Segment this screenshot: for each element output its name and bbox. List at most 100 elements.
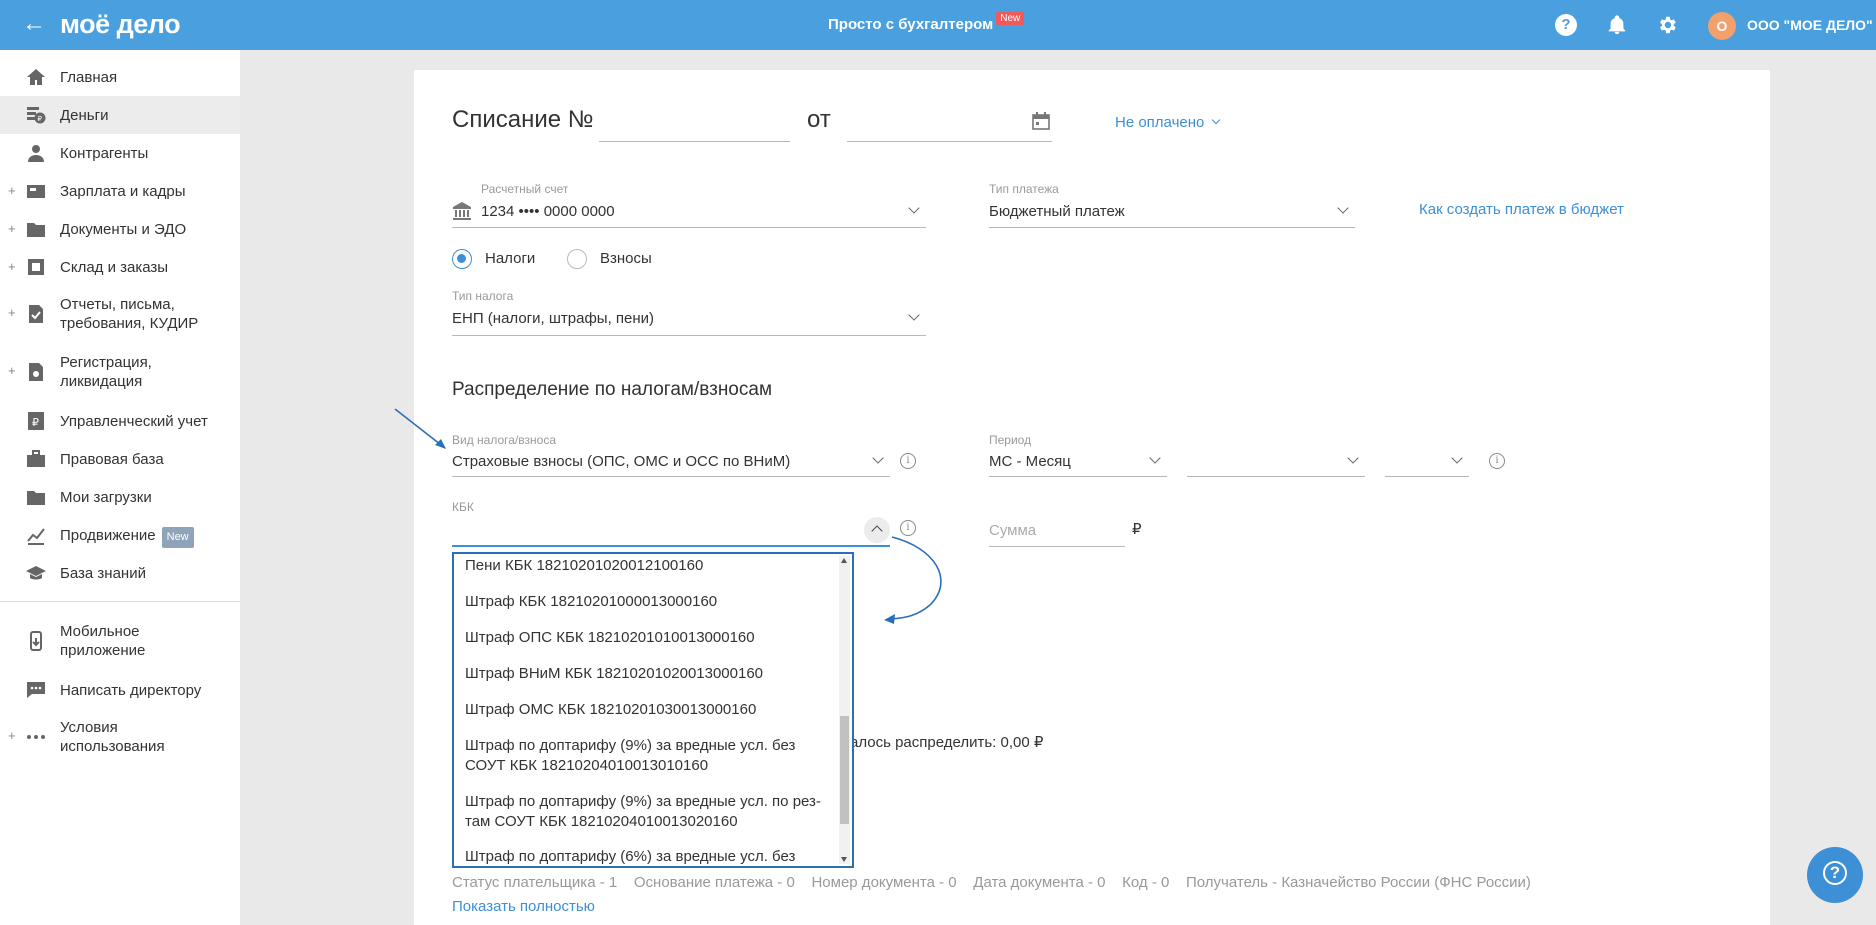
dropdown-option[interactable]: Пени КБК 18210201020012100160 [465,556,825,576]
scroll-down-icon[interactable] [841,857,847,862]
tax-kind-select[interactable]: Страховые взносы (ОПС, ОМС и ОСС по ВНиМ… [452,447,890,477]
period-type-value: МС - Месяц [989,453,1071,470]
briefcase-icon [27,450,45,467]
sidebar-item-mobile[interactable]: Мобильное приложение [0,613,240,669]
dropdown-scrollbar[interactable] [839,556,850,864]
sidebar-item-label: Управленческий учет [60,413,208,430]
chevron-down-icon [1337,202,1349,214]
bell-icon[interactable] [1606,14,1628,36]
period-type-select[interactable]: МС - Месяц [989,447,1167,477]
annotation-arrow-icon [394,408,446,449]
sidebar-item-label: Условия использования [60,719,165,755]
show-full-link[interactable]: Показать полностью [452,898,595,915]
registration-icon [29,363,43,381]
sidebar-item-contractors[interactable]: Контрагенты [0,134,240,172]
kbk-dropdown-list[interactable]: Пени КБК 18210201020012100160 Штраф КБК … [452,552,854,868]
document-number-input[interactable] [599,102,790,142]
mobile-icon [30,631,42,651]
taxes-radio-label[interactable]: Налоги [485,250,535,267]
dropdown-option[interactable]: Штраф КБК 18210201000013000160 [465,592,825,612]
gear-icon[interactable] [1656,14,1678,36]
svg-text:₽: ₽ [32,417,39,429]
period-label: Период [989,433,1032,447]
reports-icon [29,305,43,323]
sidebar-item-home[interactable]: Главная [0,58,240,96]
sidebar-item-write-director[interactable]: Написать директору [0,671,240,709]
sidebar-item-registration[interactable]: + Регистрация, ликвидация [0,344,240,400]
payment-type-select[interactable]: Бюджетный платеж [989,196,1355,228]
payment-status-label: Не оплачено [1115,114,1205,131]
org-name[interactable]: ООО "МОЕ ДЕЛО" [1747,17,1873,33]
budget-payment-help-link[interactable]: Как создать платеж в бюджет [1419,201,1624,218]
sidebar-item-money[interactable]: ₽ Деньги [0,96,240,134]
expand-icon[interactable]: + [8,183,16,198]
logo[interactable]: моё дело [60,9,181,40]
sidebar-item-management[interactable]: ₽ Управленческий учет [0,402,240,440]
page-title: Списание № [452,106,594,133]
expand-icon[interactable]: + [8,305,16,320]
tax-kind-value: Страховые взносы (ОПС, ОМС и ОСС по ВНиМ… [452,453,791,470]
payment-type-label: Тип платежа [989,182,1059,196]
new-badge: New [996,12,1025,25]
contractors-icon [28,145,44,162]
avatar[interactable]: О [1708,12,1736,40]
dropdown-option[interactable]: Штраф ВНиМ КБК 18210201020013000160 [465,664,825,684]
question-icon[interactable]: ? [1555,14,1577,36]
sidebar-item-salary[interactable]: + Зарплата и кадры [0,172,240,210]
info-icon[interactable]: i [900,453,916,469]
arrow-left-icon[interactable]: ← [22,12,46,36]
account-select[interactable]: 1234 •••• 0000 0000 [452,196,926,228]
sidebar: Главная ₽ Деньги Контрагенты + Зарплата … [0,50,240,925]
tax-type-select[interactable]: ЕНП (налоги, штрафы, пени) [452,303,926,336]
calendar-icon[interactable] [1032,112,1050,130]
contributions-radio-label[interactable]: Взносы [600,250,652,267]
kbk-select[interactable] [452,514,890,547]
salary-icon [27,185,45,198]
scroll-up-icon[interactable] [841,558,847,563]
help-chat-button[interactable]: ? [1807,847,1863,903]
more-icon [27,735,45,739]
info-icon[interactable]: i [900,520,916,536]
dropdown-option[interactable]: Штраф ОМС КБК 18210201030013000160 [465,700,825,720]
period-year-select[interactable] [1385,447,1469,477]
date-input[interactable] [847,102,1052,142]
info-icon[interactable]: i [1489,453,1505,469]
sidebar-item-downloads[interactable]: Мои загрузки [0,478,240,516]
sidebar-item-reports[interactable]: + Отчеты, письма, требования, КУДИР [0,286,240,342]
sidebar-item-legal[interactable]: Правовая база [0,440,240,478]
chevron-down-icon [1451,452,1463,464]
sidebar-item-label: Продвижение New [60,526,194,548]
expand-icon[interactable]: + [8,259,16,274]
sidebar-item-label-text: Продвижение [60,527,156,544]
sidebar-item-label: Мобильное приложение [60,623,146,659]
dropdown-option[interactable]: Штраф по доптарифу (9%) за вредные усл. … [465,792,825,832]
promo-title[interactable]: Просто с бухгалтером New [828,12,1025,33]
sidebar-item-label: База знаний [60,565,146,582]
chevron-down-icon [1149,452,1161,464]
dropdown-option[interactable]: Штраф по доптарифу (9%) за вредные усл. … [465,736,825,776]
chevron-up-icon[interactable] [864,517,890,543]
management-icon: ₽ [28,412,44,430]
payment-details-text: Статус плательщика - 1 Основание платежа… [452,874,1531,891]
sidebar-item-terms[interactable]: + Условия использования [0,709,240,765]
home-icon [27,69,45,85]
graduation-cap-icon [26,566,46,580]
period-month-select[interactable] [1187,447,1365,477]
sidebar-item-knowledge[interactable]: База знаний [0,554,240,592]
tax-type-label: Тип налога [452,289,514,303]
sidebar-item-promotion[interactable]: Продвижение New [0,516,240,554]
dropdown-option[interactable]: Штраф по доптарифу (6%) за вредные усл. … [465,847,825,866]
sidebar-item-documents[interactable]: + Документы и ЭДО [0,210,240,248]
sidebar-item-label: Склад и заказы [60,259,169,276]
kbk-label: КБК [452,500,474,514]
contributions-radio[interactable] [567,249,587,269]
expand-icon[interactable]: + [8,728,16,743]
sum-input[interactable]: Сумма [989,514,1125,547]
taxes-radio[interactable] [452,249,472,269]
payment-status-dropdown[interactable]: Не оплачено [1115,114,1221,132]
scrollbar-thumb[interactable] [840,716,849,824]
expand-icon[interactable]: + [8,221,16,236]
sidebar-item-warehouse[interactable]: + Склад и заказы [0,248,240,286]
dropdown-option[interactable]: Штраф ОПС КБК 18210201010013000160 [465,628,825,648]
expand-icon[interactable]: + [8,363,16,378]
